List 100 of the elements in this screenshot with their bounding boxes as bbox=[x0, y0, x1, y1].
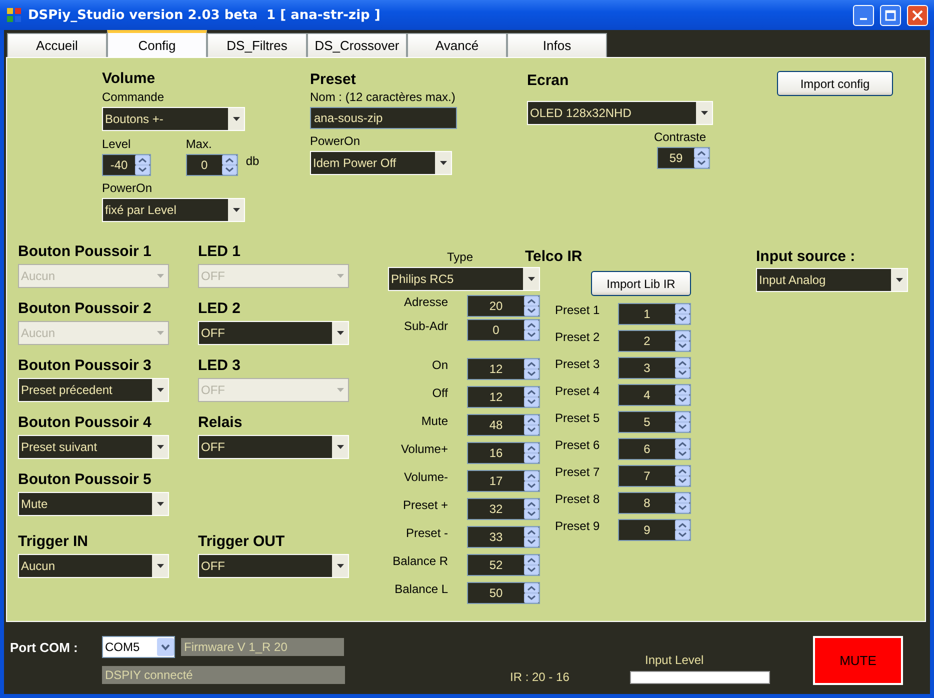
field-label: Commande bbox=[102, 90, 164, 104]
number-field[interactable]: 20 bbox=[467, 295, 540, 317]
input-level-label: Input Level bbox=[645, 653, 705, 667]
port-dropdown[interactable]: COM5 bbox=[102, 636, 175, 658]
group-title: Trigger OUT bbox=[198, 533, 286, 550]
field-label: PowerOn bbox=[102, 181, 152, 195]
number-field[interactable]: 16 bbox=[467, 442, 540, 464]
import-config-button[interactable]: Import config bbox=[777, 71, 893, 96]
dropdown[interactable]: OLED 128x32NHD bbox=[527, 101, 713, 125]
spinner-arrows-icon bbox=[675, 385, 690, 405]
dropdown[interactable]: Aucun bbox=[18, 554, 169, 578]
field-label: Balance L bbox=[394, 582, 448, 596]
group-title: LED 2 bbox=[198, 300, 242, 317]
dropdown[interactable]: OFF bbox=[198, 435, 349, 459]
field-label: Preset 8 bbox=[555, 492, 600, 506]
number-field[interactable]: 0 bbox=[467, 319, 540, 341]
field-label: Mute bbox=[420, 414, 448, 428]
number-field[interactable]: 12 bbox=[467, 358, 540, 380]
import-lib-ir-button[interactable]: Import Lib IR bbox=[591, 271, 691, 296]
field-label: Adresse bbox=[402, 295, 448, 309]
number-field[interactable]: 48 bbox=[467, 414, 540, 436]
spinner-arrows-icon bbox=[524, 499, 539, 519]
spinner-arrows-icon bbox=[524, 471, 539, 491]
caret-icon bbox=[156, 274, 164, 278]
tab[interactable]: DS_Filtres bbox=[207, 33, 307, 57]
spinner-arrows-icon bbox=[675, 439, 690, 459]
group-title: LED 1 bbox=[198, 243, 242, 260]
number-field[interactable]: 1 bbox=[618, 303, 691, 325]
tab[interactable]: Infos bbox=[507, 33, 607, 57]
section-title: Preset bbox=[310, 71, 357, 88]
number-field[interactable]: 9 bbox=[618, 519, 691, 541]
app-icon bbox=[6, 7, 22, 23]
dropdown[interactable]: OFF bbox=[198, 554, 349, 578]
section-title: Input source : bbox=[756, 248, 856, 265]
group-title: Bouton Poussoir 5 bbox=[18, 471, 152, 488]
number-field[interactable]: 52 bbox=[467, 554, 540, 576]
number-field[interactable]: 17 bbox=[467, 470, 540, 492]
dropdown[interactable]: fixé par Level bbox=[102, 198, 245, 222]
number-field[interactable]: 0 bbox=[186, 154, 238, 176]
number-field[interactable]: 4 bbox=[618, 384, 691, 406]
minimize-button[interactable] bbox=[853, 4, 874, 26]
spinner-arrows-icon bbox=[524, 359, 539, 379]
caret-icon bbox=[336, 445, 344, 449]
close-button[interactable] bbox=[907, 4, 928, 26]
dropdown[interactable]: Preset suivant bbox=[18, 435, 169, 459]
spinner-arrows-icon bbox=[524, 443, 539, 463]
number-field[interactable]: 3 bbox=[618, 357, 691, 379]
tab[interactable]: DS_Crossover bbox=[307, 33, 407, 57]
caret-icon bbox=[156, 564, 164, 568]
maximize-icon bbox=[885, 10, 896, 20]
port-label: Port COM : bbox=[10, 640, 79, 655]
caret-icon bbox=[156, 445, 164, 449]
number-field[interactable]: 8 bbox=[618, 492, 691, 514]
field-label: Balance R bbox=[392, 554, 448, 568]
field-label: Preset 5 bbox=[555, 411, 600, 425]
group-title: Trigger IN bbox=[18, 533, 90, 550]
number-field[interactable]: 12 bbox=[467, 386, 540, 408]
dropdown[interactable]: Preset précedent bbox=[18, 378, 169, 402]
dropdown[interactable]: Idem Power Off bbox=[310, 151, 452, 175]
caret-icon bbox=[336, 564, 344, 568]
number-field[interactable]: 2 bbox=[618, 330, 691, 352]
tab[interactable]: Config bbox=[107, 30, 207, 57]
field-label: Preset 3 bbox=[555, 357, 600, 371]
dropdown[interactable]: Philips RC5 bbox=[388, 267, 540, 291]
number-field[interactable]: 59 bbox=[657, 147, 710, 169]
number-field[interactable]: 5 bbox=[618, 411, 691, 433]
dropdown[interactable]: Input Analog bbox=[756, 268, 908, 292]
field-label: Sub-Adr bbox=[402, 319, 448, 333]
group-title: Bouton Poussoir 1 bbox=[18, 243, 152, 260]
tab[interactable]: Accueil bbox=[7, 33, 107, 57]
section-title: Telco IR bbox=[525, 248, 584, 265]
spinner-arrows-icon bbox=[675, 493, 690, 513]
tab[interactable]: Avancé bbox=[407, 33, 507, 57]
spinner-arrows-icon bbox=[694, 148, 709, 168]
spinner-arrows-icon bbox=[524, 415, 539, 435]
number-field[interactable]: 50 bbox=[467, 582, 540, 604]
dropdown[interactable]: Boutons +- bbox=[102, 107, 245, 131]
spinner-arrows-icon bbox=[675, 358, 690, 378]
field-label: Preset 9 bbox=[555, 519, 600, 533]
name-input[interactable]: ana-sous-zip bbox=[310, 107, 457, 129]
spinner-arrows-icon bbox=[524, 296, 539, 316]
caret-icon bbox=[440, 161, 446, 165]
mute-button[interactable]: MUTE bbox=[813, 636, 903, 685]
spinner-arrows-icon bbox=[675, 412, 690, 432]
maximize-button[interactable] bbox=[880, 4, 901, 26]
caret-icon bbox=[156, 388, 164, 392]
dropdown[interactable]: Mute bbox=[18, 492, 169, 516]
field-label: Preset + bbox=[402, 498, 448, 512]
number-field[interactable]: -40 bbox=[102, 154, 151, 176]
minimize-icon bbox=[860, 18, 867, 20]
field-label: Preset 7 bbox=[555, 465, 600, 479]
field-label: Preset 1 bbox=[555, 303, 600, 317]
number-field[interactable]: 32 bbox=[467, 498, 540, 520]
dropdown[interactable]: OFF bbox=[198, 321, 349, 345]
spinner-arrows-icon bbox=[675, 466, 690, 486]
field-label: Volume+ bbox=[400, 442, 448, 456]
field-label: Volume- bbox=[402, 470, 448, 484]
number-field[interactable]: 7 bbox=[618, 465, 691, 487]
number-field[interactable]: 6 bbox=[618, 438, 691, 460]
number-field[interactable]: 33 bbox=[467, 526, 540, 548]
